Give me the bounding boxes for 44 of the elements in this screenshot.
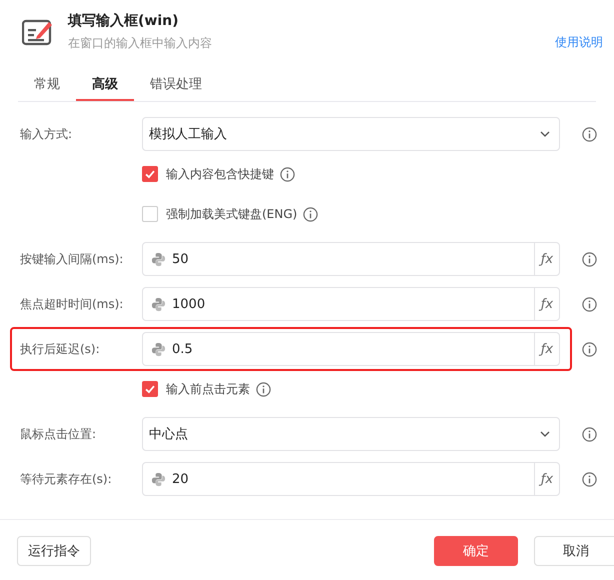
field-label: 等待元素存在(s): [20, 470, 113, 488]
checkbox-label: 输入内容包含快捷键 [166, 166, 274, 182]
field-label: 鼠标点击位置: [20, 426, 98, 442]
tab[interactable]: 高级 [76, 72, 134, 101]
number-field[interactable]: 20 ƒx [142, 462, 560, 496]
field-label: 按键输入间隔(ms): [20, 250, 124, 268]
checkbox[interactable] [142, 166, 158, 182]
info-icon[interactable] [582, 252, 597, 266]
field-label: 执行后延迟(s): [20, 340, 101, 358]
field-label: 输入方式: [20, 126, 74, 142]
info-icon[interactable] [256, 382, 271, 396]
dropdown[interactable]: 模拟人工输入 [142, 117, 560, 151]
checkbox[interactable] [142, 381, 158, 397]
help-link[interactable]: 使用说明 [555, 34, 603, 51]
info-icon[interactable] [582, 296, 597, 312]
formula-button[interactable]: ƒx [534, 333, 559, 365]
run-button[interactable]: 运行指令 [17, 536, 91, 566]
formula-button[interactable]: ƒx [534, 288, 559, 320]
tab[interactable]: 常规 [18, 72, 76, 101]
info-icon[interactable] [582, 126, 597, 142]
number-field[interactable]: 1000 ƒx [142, 287, 560, 321]
info-icon[interactable] [303, 206, 318, 222]
checkbox[interactable] [142, 206, 158, 222]
info-icon[interactable] [582, 472, 597, 486]
cancel-button[interactable]: 取消 [534, 536, 614, 566]
info-icon[interactable] [582, 426, 597, 442]
formula-button[interactable]: ƒx [534, 243, 559, 275]
formula-button[interactable]: ƒx [534, 463, 559, 495]
python-icon [151, 296, 166, 312]
dropdown[interactable]: 中心点 [142, 417, 560, 451]
number-field[interactable]: 50 ƒx [142, 242, 560, 276]
dialog-subtitle: 在窗口的输入框中输入内容 [68, 35, 213, 52]
info-icon[interactable] [582, 342, 597, 356]
checkbox-label: 输入前点击元素 [166, 380, 250, 398]
dialog-title: 填写输入框(win) [68, 12, 180, 30]
checkbox-label: 强制加载美式键盘(ENG) [166, 206, 298, 222]
tab[interactable]: 错误处理 [134, 72, 218, 101]
python-icon [151, 342, 166, 356]
number-field[interactable]: 0.5 ƒx [142, 332, 560, 366]
info-icon[interactable] [280, 166, 295, 182]
edit-form-icon [22, 18, 54, 46]
python-icon [151, 472, 166, 486]
python-icon [151, 252, 166, 266]
field-label: 焦点超时时间(ms): [20, 296, 124, 312]
